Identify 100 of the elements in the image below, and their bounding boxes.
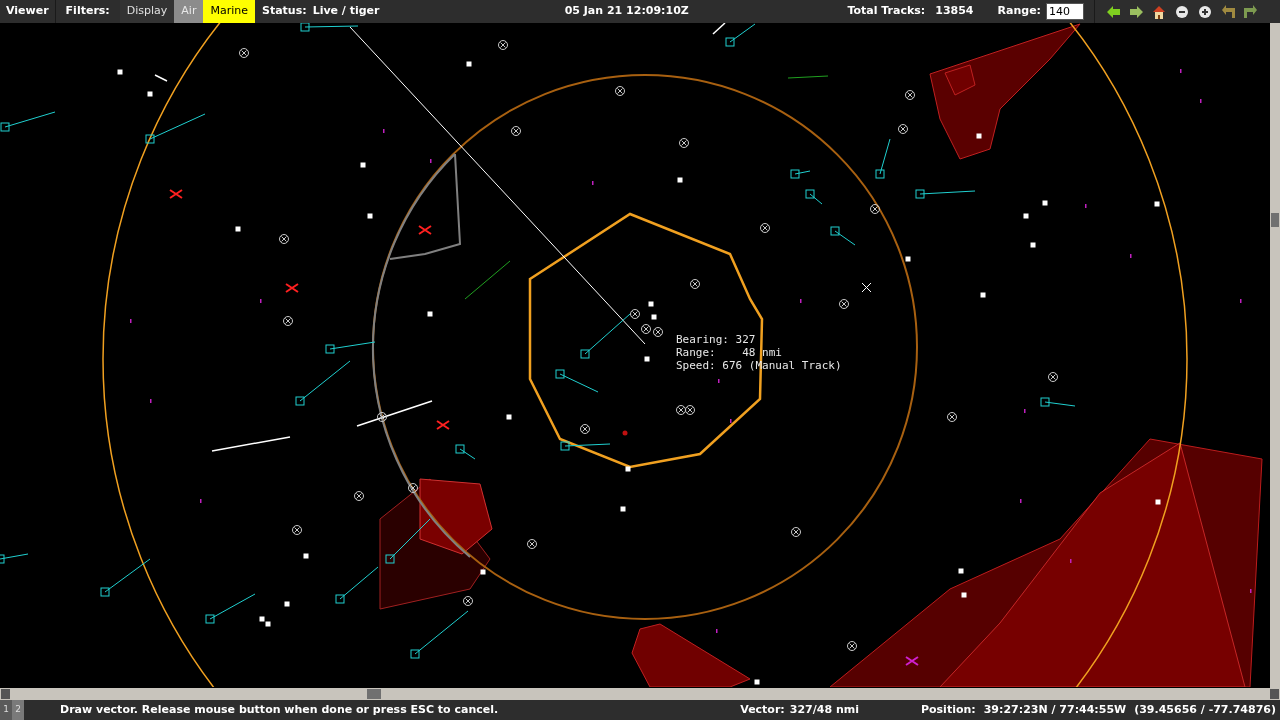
cross-marker <box>436 420 450 430</box>
track-marker <box>677 177 683 183</box>
track-vector <box>295 360 351 406</box>
contact-marker <box>839 299 849 309</box>
track-marker <box>480 569 486 575</box>
redo-arrow-icon <box>1242 3 1259 20</box>
status-value: Live / tiger <box>311 3 381 20</box>
track-marker <box>1155 499 1161 505</box>
track-marker <box>961 592 967 598</box>
clock-time: 05 Jan 21 12:09:10Z <box>564 3 689 20</box>
track-vector <box>915 189 976 199</box>
contact-marker <box>760 223 770 233</box>
vertical-scrollbar[interactable] <box>1270 23 1280 688</box>
track-vector <box>790 169 811 179</box>
track-marker <box>1154 201 1160 207</box>
contact-marker <box>511 126 521 136</box>
track-marker <box>651 314 657 320</box>
track-vector <box>455 444 476 460</box>
contact-marker <box>463 596 473 606</box>
contact-marker <box>685 405 695 415</box>
contact-marker <box>580 424 590 434</box>
track-marker <box>147 91 153 97</box>
contact-marker <box>615 86 625 96</box>
cross-marker <box>285 283 299 293</box>
contact-marker <box>239 48 249 58</box>
cross-marker <box>418 225 432 235</box>
track-vector <box>805 189 823 205</box>
contact-marker <box>847 641 857 651</box>
track-vector <box>875 138 891 179</box>
contact-marker <box>292 525 302 535</box>
track-vector <box>100 558 151 597</box>
contact-marker <box>653 327 663 337</box>
contact-marker <box>791 527 801 537</box>
contact-marker <box>408 483 418 493</box>
vector-label: Vector: <box>740 701 785 718</box>
cross-marker <box>905 656 919 666</box>
position-decimal: (39.45656 / -77.74876) <box>1133 701 1277 718</box>
contact-marker <box>641 324 651 334</box>
readout-line: Range: 48 nmi <box>676 346 783 359</box>
track-marker <box>427 311 433 317</box>
track-marker <box>506 414 512 420</box>
track-vector <box>560 441 611 451</box>
contact-marker <box>354 491 364 501</box>
range-input[interactable]: 140 <box>1046 3 1084 20</box>
track-vector <box>300 23 359 32</box>
zoom-in-icon <box>1196 3 1213 20</box>
track-vector <box>830 226 856 246</box>
zoom-out-icon <box>1173 3 1190 20</box>
position-label: Position: <box>920 701 976 718</box>
contact-marker <box>676 405 686 415</box>
contact-marker <box>690 279 700 289</box>
track-marker <box>360 162 366 168</box>
contact-marker <box>527 539 537 549</box>
total-tracks-label: Total Tracks: <box>847 3 926 20</box>
track-vector <box>580 313 631 359</box>
right-arrow-icon <box>1127 3 1144 20</box>
track-marker <box>648 301 654 307</box>
track-marker <box>1042 200 1048 206</box>
track-marker <box>625 466 631 472</box>
filter-toggle[interactable]: Marine <box>203 0 255 23</box>
track-vector <box>325 341 376 354</box>
track-marker <box>905 256 911 262</box>
position-value: 39:27:23N / 77:44:55W <box>982 701 1127 718</box>
track-vector <box>0 111 56 132</box>
track-marker <box>284 601 290 607</box>
track-marker <box>1030 242 1036 248</box>
track-marker <box>644 356 650 362</box>
track-marker <box>466 61 472 67</box>
horizontal-scrollbar[interactable] <box>0 688 1280 700</box>
contact-marker <box>898 124 908 134</box>
track-marker <box>303 553 309 559</box>
filters-label: Filters: <box>64 3 111 20</box>
track-vector <box>385 518 431 564</box>
contact-marker <box>870 204 880 214</box>
track-marker <box>958 568 964 574</box>
contact-marker <box>279 234 289 244</box>
track-marker <box>980 292 986 298</box>
filter-toggle[interactable]: Display <box>119 0 175 23</box>
scrollbar-thumb[interactable] <box>1271 213 1279 227</box>
track-vector <box>1040 397 1076 407</box>
contact-marker <box>377 412 387 422</box>
track-marker <box>235 226 241 232</box>
track-marker <box>976 133 982 139</box>
undo-arrow-icon <box>1219 3 1236 20</box>
track-vector <box>335 566 379 604</box>
contact-marker <box>905 90 915 100</box>
track-vector <box>0 553 29 564</box>
track-vector <box>205 593 256 624</box>
contact-marker <box>1048 372 1058 382</box>
page-tab[interactable]: 1 <box>0 700 12 720</box>
contact-marker <box>630 309 640 319</box>
cross-marker <box>861 282 872 293</box>
readout-line: Bearing: 327 <box>676 333 757 346</box>
track-marker <box>620 506 626 512</box>
cross-marker <box>169 189 183 199</box>
status-label: Status: <box>261 3 307 20</box>
track-marker <box>1023 213 1029 219</box>
contact-marker <box>498 40 508 50</box>
scrollbar-thumb[interactable] <box>367 689 381 699</box>
contact-marker <box>283 316 293 326</box>
